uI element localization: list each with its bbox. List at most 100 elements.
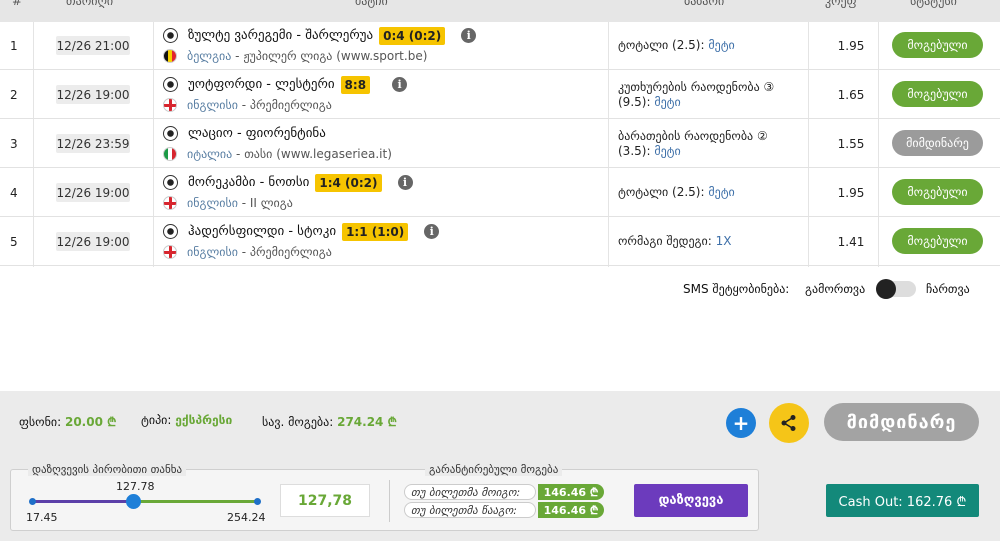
if-win-label: თუ ბილეთმა მოიგო: xyxy=(404,484,536,500)
market-cell: ბარათების რაოდენობა ② (3.5): მეტი xyxy=(618,119,808,168)
england-flag-icon xyxy=(163,244,177,259)
match-teams[interactable]: ზულტე ვარეგემი - შარლერუა xyxy=(188,28,373,43)
toggle-knob[interactable] xyxy=(876,279,896,299)
status-badge: მოგებული xyxy=(892,32,983,58)
info-icon[interactable]: i xyxy=(424,224,440,239)
if-win-value: 146.46 ₾ xyxy=(538,484,604,500)
slider-min-label: 17.45 xyxy=(26,511,58,524)
if-lose-value: 146.46 ₾ xyxy=(538,502,604,518)
match-teams[interactable]: ლაციო - ფიორენტინა xyxy=(188,126,326,141)
italy-flag-icon xyxy=(163,146,177,161)
league-name: - თასი (www.legaseriea.it) xyxy=(232,146,392,161)
market-line: (9.5): xyxy=(618,94,655,109)
england-flag-icon xyxy=(163,97,177,112)
match-teams[interactable]: ჰადერსფილდი - სტოკი xyxy=(188,224,336,239)
market-name: ბარათების რაოდენობა ② xyxy=(618,128,768,143)
status-badge: მიმდინარე xyxy=(892,130,983,156)
market-cell: ორმაგი შედეგი: 1X xyxy=(618,217,808,266)
country-link[interactable]: ინგლისი xyxy=(187,98,238,112)
match-cell: მორეკამბი - ნოთსი 1:4 (0:2) i ინგლისი - … xyxy=(163,168,603,217)
info-icon[interactable]: i xyxy=(461,28,477,43)
win-info: სავ. მოგება: 274.24 ₾ xyxy=(262,413,397,430)
insurance-amount-input[interactable]: 127,78 xyxy=(280,484,370,517)
match-cell: უოტფორდი - ლესტერი 8:8 i ინგლისი - პრემი… xyxy=(163,70,603,119)
odds-value: 1.55 xyxy=(837,136,865,151)
football-icon xyxy=(163,175,178,190)
header-status: სტატუსი xyxy=(910,0,957,8)
table-row: 2 12/26 19:00 უოტფორდი - ლესტერი 8:8 i ი… xyxy=(0,70,1000,119)
odds-value: 1.41 xyxy=(837,234,865,249)
table-row: 1 12/26 21:00 ზულტე ვარეგემი - შარლერუა … xyxy=(0,21,1000,70)
share-button[interactable] xyxy=(769,403,809,443)
row-number: 2 xyxy=(10,87,18,102)
match-date: 12/26 19:00 xyxy=(56,232,130,251)
insure-button[interactable]: დაზღვევა xyxy=(634,484,748,517)
market-name: ტოტალი (2.5): xyxy=(618,38,709,52)
win-label: სავ. მოგება: xyxy=(262,415,334,429)
type-label: ტიპი: xyxy=(141,413,172,427)
match-teams[interactable]: მორეკამბი - ნოთსი xyxy=(188,175,309,190)
panel-divider xyxy=(389,480,390,522)
header-market: ბაზარი xyxy=(684,0,725,8)
header-num: # xyxy=(12,0,23,8)
market-name: კუთხურების რაოდენობა ③ xyxy=(618,79,775,94)
league-name: - პრემიერლიგა xyxy=(237,97,332,112)
row-number: 1 xyxy=(10,38,18,53)
match-score: 0:4 (0:2) xyxy=(379,26,446,45)
market-selection: მეტი xyxy=(708,185,735,199)
country-link[interactable]: ინგლისი xyxy=(187,245,238,259)
info-icon[interactable]: i xyxy=(397,175,413,190)
market-selection: 1X xyxy=(715,234,732,248)
cashout-button[interactable]: Cash Out: 162.76 ₾ xyxy=(826,484,979,517)
market-name: ტოტალი (2.5): xyxy=(618,185,709,199)
row-number: 5 xyxy=(10,234,18,249)
football-icon xyxy=(163,28,178,43)
sms-toggle[interactable] xyxy=(876,279,916,299)
header-date: თარიღი xyxy=(66,0,114,8)
match-teams[interactable]: უოტფორდი - ლესტერი xyxy=(188,77,335,92)
stake-label: ფსონი: xyxy=(19,415,62,429)
info-icon[interactable]: i xyxy=(392,77,408,92)
market-selection: მეტი xyxy=(654,143,681,158)
football-icon xyxy=(163,77,178,92)
match-score: 1:4 (0:2) xyxy=(315,173,382,192)
market-cell: ტოტალი (2.5): მეტი xyxy=(618,168,808,217)
odds-value: 1.65 xyxy=(837,87,865,102)
market-cell: ტოტალი (2.5): მეტი xyxy=(618,21,808,70)
status-badge: მოგებული xyxy=(892,228,983,254)
country-link[interactable]: იტალია xyxy=(187,147,232,161)
football-icon xyxy=(163,126,178,141)
add-button[interactable]: + xyxy=(726,408,756,438)
match-score: 1:1 (1:0) xyxy=(342,222,409,241)
match-score: 8:8 xyxy=(340,75,371,94)
market-cell: კუთხურების რაოდენობა ③ (9.5): მეტი xyxy=(618,70,808,119)
slider-max-dot xyxy=(254,498,261,505)
match-date: 12/26 19:00 xyxy=(56,85,130,104)
type-info: ტიპი: ექსპრესი xyxy=(141,413,232,427)
row-number: 3 xyxy=(10,136,18,151)
football-icon xyxy=(163,224,178,239)
sms-label: SMS შეტყობინება: xyxy=(683,282,790,296)
match-cell: ზულტე ვარეგემი - შარლერუა 0:4 (0:2) i ბე… xyxy=(163,21,603,70)
slider-track-filled xyxy=(32,500,137,503)
country-link[interactable]: ბელგია xyxy=(187,49,231,63)
league-name: - ჟუპილერ ლიგა (www.sport.be) xyxy=(231,48,428,63)
slider-track-remaining xyxy=(137,500,258,503)
table-header: # თარიღი მატჩი ბაზარი კოეფ სტატუსი xyxy=(0,0,1000,22)
table-row: 3 12/26 23:59 ლაციო - ფიორენტინა იტალია … xyxy=(0,119,1000,168)
insurance-title: დაზღვევის პირობითი თანხა xyxy=(28,463,187,476)
league-name: - II ლიგა xyxy=(237,195,293,210)
guaranteed-title: გარანტირებული მოგება xyxy=(425,463,563,476)
match-cell: ჰადერსფილდი - სტოკი 1:1 (1:0) i ინგლისი … xyxy=(163,217,603,266)
type-value: ექსპრესი xyxy=(175,413,233,427)
match-date: 12/26 21:00 xyxy=(56,36,130,55)
sms-off-label: გამორთვა xyxy=(805,282,866,296)
bet-status-button[interactable]: მიმდინარე xyxy=(824,403,979,441)
stake-info: ფსონი: 20.00 ₾ xyxy=(19,413,116,430)
match-date: 12/26 23:59 xyxy=(56,134,130,153)
country-link[interactable]: ინგლისი xyxy=(187,196,238,210)
if-lose-label: თუ ბილეთმა წააგო: xyxy=(404,502,536,518)
market-selection: მეტი xyxy=(708,38,735,52)
table-row: 4 12/26 19:00 მორეკამბი - ნოთსი 1:4 (0:2… xyxy=(0,168,1000,217)
header-match: მატჩი xyxy=(355,0,388,8)
